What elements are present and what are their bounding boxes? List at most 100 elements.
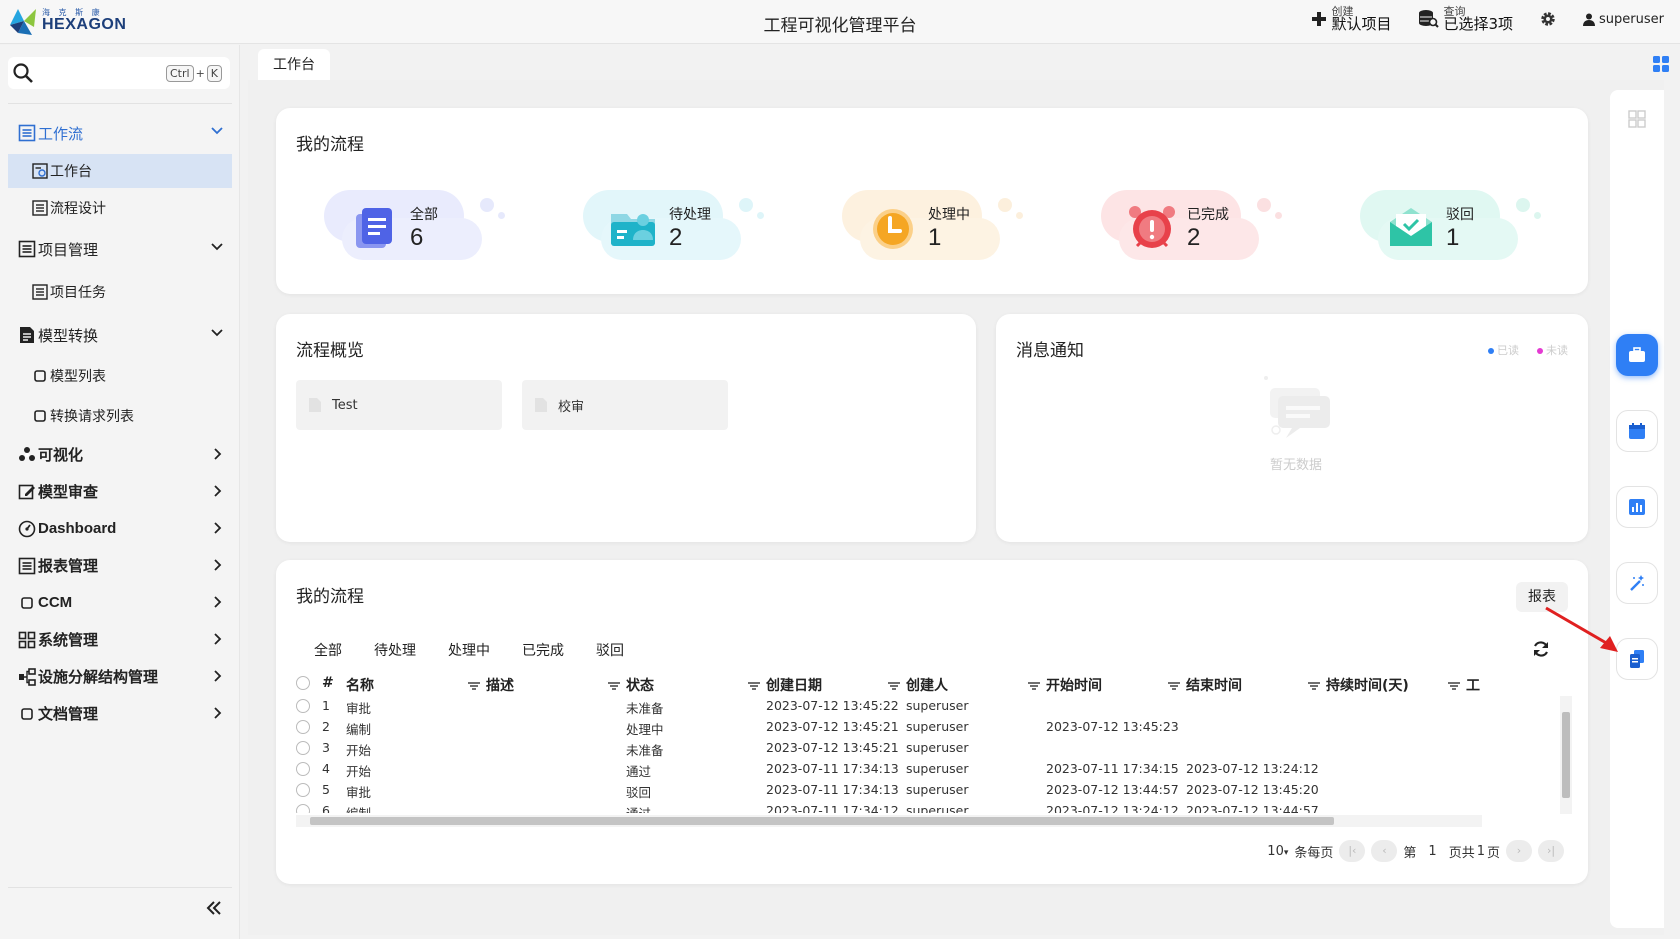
sidebar-item-model-review[interactable]: 模型审查 (8, 473, 232, 510)
table-row[interactable]: 1 审批 未准备 2023-07-12 13:45:22 superuser (296, 696, 1482, 717)
sidebar-item-document-management[interactable]: 文档管理 (8, 695, 232, 732)
filter-tab-completed[interactable]: 已完成 (522, 640, 564, 660)
chevron-right-icon (214, 670, 222, 682)
collapse-sidebar-icon[interactable] (204, 898, 224, 918)
row-radio[interactable] (296, 720, 310, 734)
filter-icon (888, 682, 900, 690)
stat-all[interactable]: 全部 6 (324, 190, 505, 270)
table-row[interactable]: 4 开始 通过 2023-07-11 17:34:13 superuser 20… (296, 759, 1482, 780)
sidebar-item-visualization[interactable]: 可视化 (8, 436, 232, 473)
sidebar-item-fbs-management[interactable]: 设施分解结构管理 (8, 658, 232, 695)
grid-layout-icon[interactable] (1652, 55, 1670, 73)
main-content: 我的流程 全部 6 待处理 2 处理中 1 已完成 2 驳回 1 流程概览 Te… (248, 80, 1664, 935)
legend-read[interactable]: 已读 (1488, 342, 1519, 358)
overview-item[interactable]: 校审 (522, 380, 728, 430)
select-all-radio[interactable] (296, 676, 310, 690)
col-end[interactable]: 结束时间 (1168, 675, 1242, 695)
last-page-button[interactable]: ›| (1538, 840, 1564, 862)
row-radio[interactable] (296, 804, 310, 813)
scrollbar-thumb[interactable] (310, 817, 1334, 825)
table-row[interactable]: 2 编制 处理中 2023-07-12 13:45:21 superuser 2… (296, 717, 1482, 738)
chevron-right-icon (214, 633, 222, 645)
stat-completed[interactable]: 已完成 2 (1101, 190, 1282, 270)
sidebar-item-report-management[interactable]: 报表管理 (8, 547, 232, 584)
search-box[interactable]: Ctrl + K (8, 57, 230, 89)
col-creator[interactable]: 创建人 (888, 675, 948, 695)
database-search-icon (1419, 10, 1440, 28)
sidebar-item-system-management[interactable]: 系统管理 (8, 621, 232, 658)
sidebar-item-model-list[interactable]: 模型列表 (8, 356, 232, 396)
hexagon-logo[interactable]: 海 克 斯 康 HEXAGON (8, 5, 126, 37)
filter-icon (1308, 682, 1320, 690)
sidebar-item-project-tasks[interactable]: 项目任务 (8, 270, 232, 314)
user-menu[interactable]: superuser (1583, 12, 1664, 27)
chevron-down-icon (211, 329, 223, 337)
cell-start: 2023-07-12 13:45:23 (1046, 719, 1179, 734)
filter-tab-pending[interactable]: 待处理 (374, 640, 416, 660)
sidebar-item-workbench[interactable]: 工作台 (8, 154, 232, 188)
col-work[interactable]: 工 (1448, 675, 1480, 695)
filter-tab-all[interactable]: 全部 (314, 640, 342, 660)
rail-button-chart[interactable] (1616, 486, 1658, 528)
col-status[interactable]: 状态 (608, 675, 654, 695)
row-radio[interactable] (296, 741, 310, 755)
sidebar-item-project-management[interactable]: 项目管理 (8, 228, 232, 270)
cell-index: 1 (322, 698, 330, 713)
horizontal-scrollbar[interactable] (296, 815, 1482, 827)
row-radio[interactable] (296, 762, 310, 776)
next-page-button[interactable]: › (1506, 840, 1532, 862)
col-desc[interactable]: 描述 (468, 675, 514, 695)
query-selection-button[interactable]: 查询 已选择3项 (1417, 6, 1513, 32)
chevron-right-icon (214, 485, 222, 497)
page-size-select[interactable]: 10▾ (1267, 844, 1288, 859)
col-created[interactable]: 创建日期 (748, 675, 822, 695)
sidebar-item-process-design[interactable]: 流程设计 (8, 188, 232, 228)
table-row[interactable]: 6 编制 通过 2023-07-11 17:34:12 superuser 20… (296, 801, 1482, 813)
row-radio[interactable] (296, 783, 310, 797)
widget-grid-icon[interactable] (1628, 110, 1646, 128)
legend-unread[interactable]: 未读 (1537, 342, 1568, 358)
col-duration-label: 持续时间(天) (1326, 678, 1409, 694)
rail-button-briefcase[interactable] (1616, 334, 1658, 376)
card-title: 我的流程 (296, 587, 364, 607)
settings-gear-icon[interactable] (1539, 10, 1557, 28)
sidebar-item-conversion-requests[interactable]: 转换请求列表 (8, 396, 232, 436)
cell-created: 2023-07-12 13:45:21 (766, 719, 899, 734)
copy-documents-icon (1630, 650, 1644, 668)
page-number-input[interactable]: 1 (1422, 844, 1442, 859)
row-radio[interactable] (296, 699, 310, 713)
sidebar-item-workflow[interactable]: 工作流 (8, 112, 232, 154)
page-suffix: 页共 (1448, 845, 1475, 861)
filter-tab-rejected[interactable]: 驳回 (596, 640, 624, 660)
sidebar-item-ccm[interactable]: CCM (8, 584, 232, 621)
col-name[interactable]: 名称 (346, 675, 374, 695)
prev-page-button[interactable]: ‹ (1371, 840, 1398, 862)
dashboard-icon (18, 520, 36, 537)
col-duration[interactable]: 持续时间(天) (1308, 675, 1409, 695)
cell-status: 未准备 (626, 743, 664, 758)
first-page-button[interactable]: |‹ (1339, 840, 1366, 862)
list-icon (32, 200, 48, 216)
stat-in-progress[interactable]: 处理中 1 (842, 190, 1023, 270)
stat-rejected[interactable]: 驳回 1 (1360, 190, 1541, 270)
vertical-scrollbar[interactable] (1560, 696, 1572, 814)
sidebar-item-model-conversion[interactable]: 模型转换 (8, 314, 232, 356)
square-icon (34, 410, 46, 422)
sidebar-item-label: 设施分解结构管理 (38, 668, 159, 686)
col-start[interactable]: 开始时间 (1028, 675, 1102, 695)
default-project-label: 默认项目 (1331, 15, 1392, 33)
tab-workbench[interactable]: 工作台 (258, 49, 330, 81)
filter-tab-in-progress[interactable]: 处理中 (448, 640, 490, 660)
stat-value: 1 (1446, 224, 1460, 251)
rail-button-calendar[interactable] (1616, 410, 1658, 452)
stat-pending[interactable]: 待处理 2 (583, 190, 764, 270)
overview-item[interactable]: Test (296, 380, 502, 430)
gear-cluster-icon (19, 446, 35, 461)
rail-button-magic-wand[interactable] (1616, 562, 1658, 604)
scrollbar-thumb[interactable] (1562, 712, 1570, 798)
sidebar-item-dashboard[interactable]: Dashboard (8, 510, 232, 547)
filter-icon (748, 682, 760, 690)
create-project-button[interactable]: 创建 默认项目 (1311, 6, 1391, 32)
table-row[interactable]: 3 开始 未准备 2023-07-12 13:45:21 superuser (296, 738, 1482, 759)
table-row[interactable]: 5 审批 驳回 2023-07-11 17:34:13 superuser 20… (296, 780, 1482, 801)
